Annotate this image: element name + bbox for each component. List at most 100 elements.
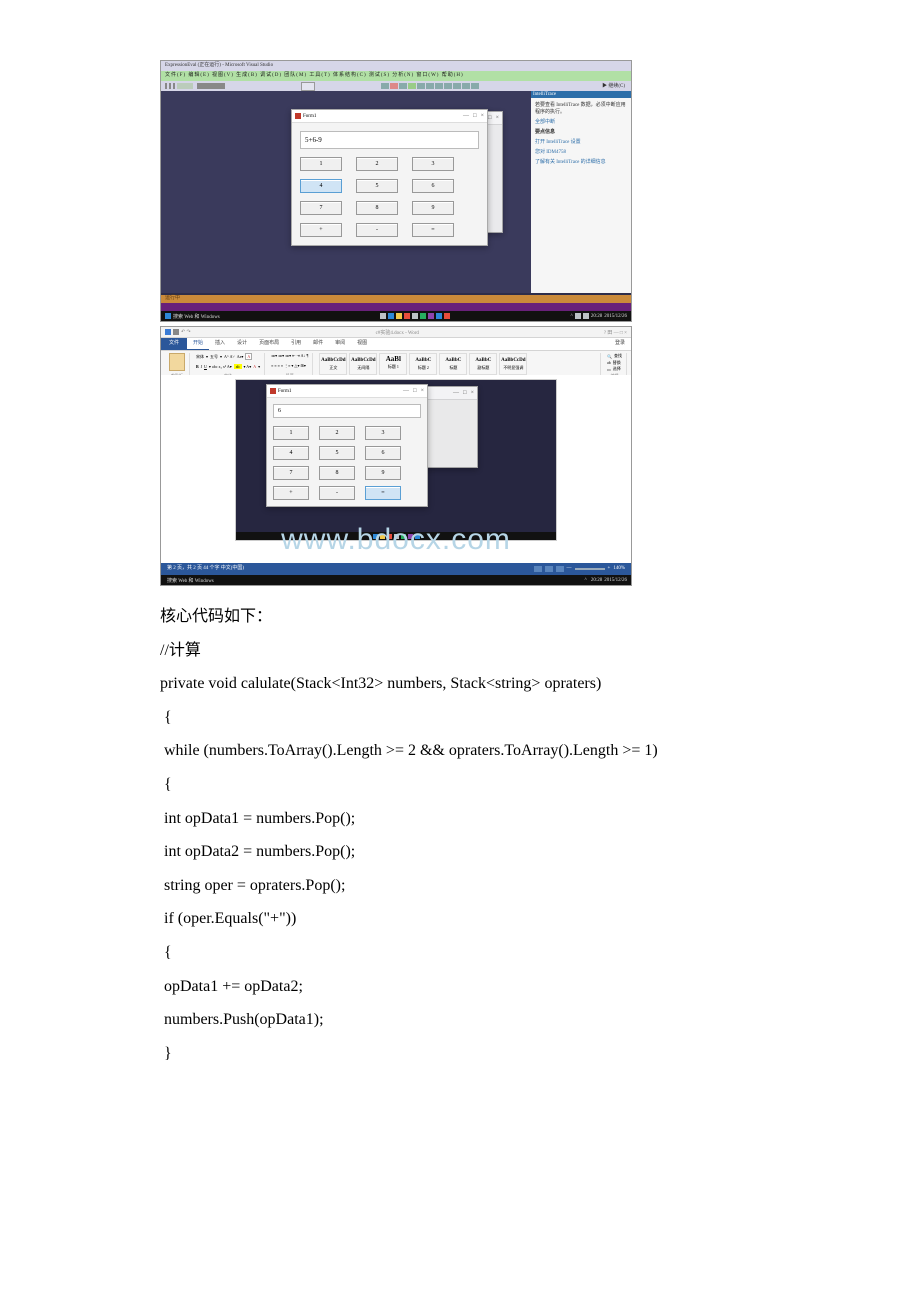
ribbon-tab-mailings[interactable]: 邮件: [307, 338, 329, 350]
vs-toolbar-far: ▶ 继续(C): [602, 82, 625, 89]
paste-icon[interactable]: [169, 353, 185, 371]
view-read-icon[interactable]: [545, 566, 553, 572]
document-page: ExpressionEval (正在运行) - Microsoft Visual…: [0, 0, 920, 1110]
app-icon-2[interactable]: [412, 313, 418, 319]
ribbon-tab-references[interactable]: 引用: [285, 338, 307, 350]
ec-btn-3: 3: [365, 426, 401, 440]
calc-titlebar[interactable]: Form1 —□×: [292, 110, 487, 123]
word-app-icon: [165, 329, 171, 335]
ec-btn-9: 9: [365, 466, 401, 480]
vs-statusbar: 运行中: [161, 295, 631, 303]
code-text-block: 核心代码如下： //计算 private void calulate(Stack…: [160, 600, 830, 1070]
calc-keypad: 1 2 3 4 5 6 7 8 9 + - =: [300, 157, 479, 237]
style-title[interactable]: AaBbC标题: [439, 353, 467, 375]
visualstudio-icon[interactable]: [428, 313, 434, 319]
windows-taskbar: 搜索 Web 和 Windows ^ 20:28 2015/12/26: [161, 311, 631, 321]
vs-intellitrace-panel: IntelliTrace 若要查看 IntelliTrace 数据，必须中断应用…: [531, 91, 631, 293]
code-line: {: [160, 936, 830, 970]
ec-btn-plus: +: [273, 486, 309, 500]
code-line: while (numbers.ToArray().Length >= 2 && …: [160, 734, 830, 768]
calc-btn-4[interactable]: 4: [300, 179, 342, 193]
word-canvas: —□× Form1 —□× 6 1 2 3 4: [161, 375, 631, 563]
code-line: //计算: [160, 634, 830, 668]
ribbon-tab-review[interactable]: 审阅: [329, 338, 351, 350]
taskview-icon[interactable]: [380, 313, 386, 319]
style-emphasis[interactable]: AaBbCcDd不明显强调: [499, 353, 527, 375]
word-zoom-value[interactable]: 140%: [613, 563, 625, 575]
code-line: {: [160, 701, 830, 735]
view-print-icon[interactable]: [534, 566, 542, 572]
calc-btn-1[interactable]: 1: [300, 157, 342, 171]
calc-app-icon: [295, 113, 301, 119]
calc-btn-8[interactable]: 8: [356, 201, 398, 215]
app-icon-3[interactable]: [420, 313, 426, 319]
code-line: numbers.Push(opData1);: [160, 1003, 830, 1037]
vs-toolbar-left-icons: [165, 83, 255, 89]
view-web-icon[interactable]: [556, 566, 564, 572]
ec-btn-7: 7: [273, 466, 309, 480]
vs-intellitrace-header: IntelliTrace: [531, 91, 631, 98]
vs-intellitrace-break-link[interactable]: 全部中断: [535, 118, 627, 125]
style-nospace[interactable]: AaBbCcDd无间隔: [349, 353, 377, 375]
word-icon[interactable]: [436, 313, 442, 319]
word-window-controls[interactable]: ? 田 — □ ×: [604, 329, 627, 336]
windows-taskbar-2: 搜索 Web 和 Windows ^ 20:28 2015/12/26: [161, 575, 631, 585]
code-line: string oper = opraters.Pop();: [160, 869, 830, 903]
calc-window-controls[interactable]: —□×: [463, 113, 484, 119]
start-icon[interactable]: [165, 313, 171, 319]
style-h1[interactable]: AaBl标题 1: [379, 353, 407, 375]
calc-btn-2[interactable]: 2: [356, 157, 398, 171]
ribbon-tab-design[interactable]: 设计: [231, 338, 253, 350]
vs-menubar: 文件(F) 编辑(E) 视图(V) 生成(B) 调试(D) 团队(M) 工具(T…: [161, 71, 631, 81]
style-subtitle[interactable]: AaBbC副标题: [469, 353, 497, 375]
style-h2[interactable]: AaBbC标题 2: [409, 353, 437, 375]
calc-btn-equals[interactable]: =: [412, 223, 454, 237]
vs-continue-button[interactable]: [301, 82, 315, 91]
edge-icon[interactable]: [388, 313, 394, 319]
ribbon-login[interactable]: 登录: [609, 338, 631, 350]
word-status-left: 第 2 页，共 2 页 44 个字 中文(中国): [167, 563, 244, 575]
ec-btn-2: 2: [319, 426, 355, 440]
vs-intellitrace-heading: 要点信息: [535, 128, 627, 135]
save-icon[interactable]: [173, 329, 179, 335]
calc-btn-7[interactable]: 7: [300, 201, 342, 215]
ribbon-tab-file[interactable]: 文件: [161, 338, 187, 350]
word-embedded-screenshot: —□× Form1 —□× 6 1 2 3 4: [235, 379, 557, 541]
vs-intellitrace-settings-link[interactable]: 打开 IntelliTrace 设置: [535, 138, 627, 145]
screenshot-visual-studio: ExpressionEval (正在运行) - Microsoft Visual…: [160, 60, 632, 322]
vs-statusbar2: [161, 303, 631, 311]
word-ribbon-tabs: 文件 开始 插入 设计 页面布局 引用 邮件 审阅 视图 登录: [161, 338, 631, 351]
vs-intellitrace-message: 若要查看 IntelliTrace 数据，必须中断应用程序的执行。: [535, 101, 627, 115]
app-icon-4[interactable]: [444, 313, 450, 319]
ribbon-tab-home[interactable]: 开始: [187, 338, 209, 350]
word-qat: ↶ ↷ c#实验4.docx - Word ? 田 — □ ×: [161, 327, 631, 338]
screenshot-word: ↶ ↷ c#实验4.docx - Word ? 田 — □ × 文件 开始 插入…: [160, 326, 632, 586]
calc-btn-6[interactable]: 6: [412, 179, 454, 193]
ribbon-tab-view[interactable]: 视图: [351, 338, 373, 350]
app-icon-1[interactable]: [404, 313, 410, 319]
taskbar-search[interactable]: 搜索 Web 和 Windows: [173, 313, 220, 320]
code-line: int opData1 = numbers.Pop();: [160, 802, 830, 836]
vs-intellitrace-learn-link[interactable]: 了解有关 IntelliTrace 的详细信息: [535, 158, 627, 165]
word-document-title: c#实验4.docx - Word: [376, 329, 419, 336]
taskbar-date: 2015/12/26: [604, 314, 627, 319]
calc-btn-minus[interactable]: -: [356, 223, 398, 237]
text-heading: 核心代码如下：: [160, 600, 830, 634]
calc-btn-5[interactable]: 5: [356, 179, 398, 193]
calc-btn-3[interactable]: 3: [412, 157, 454, 171]
vs-intellitrace-link3[interactable]: 您对 IDM4758: [535, 148, 627, 155]
calc-btn-9[interactable]: 9: [412, 201, 454, 215]
code-line: opData1 += opData2;: [160, 970, 830, 1004]
ribbon-tab-insert[interactable]: 插入: [209, 338, 231, 350]
calc-window-front[interactable]: Form1 —□× 5+6-9 1 2 3 4 5 6 7 8 9 + - =: [291, 109, 488, 246]
style-normal[interactable]: AaBbCcDd正文: [319, 353, 347, 375]
taskbar-time: 20:28: [591, 314, 602, 319]
code-line: private void calulate(Stack<Int32> numbe…: [160, 667, 830, 701]
ribbon-tab-layout[interactable]: 页面布局: [253, 338, 285, 350]
calc-btn-plus[interactable]: +: [300, 223, 342, 237]
code-line: int opData2 = numbers.Pop();: [160, 835, 830, 869]
ec-btn-5: 5: [319, 446, 355, 460]
ec-btn-1: 1: [273, 426, 309, 440]
calc-display[interactable]: 5+6-9: [300, 131, 479, 149]
explorer-icon[interactable]: [396, 313, 402, 319]
